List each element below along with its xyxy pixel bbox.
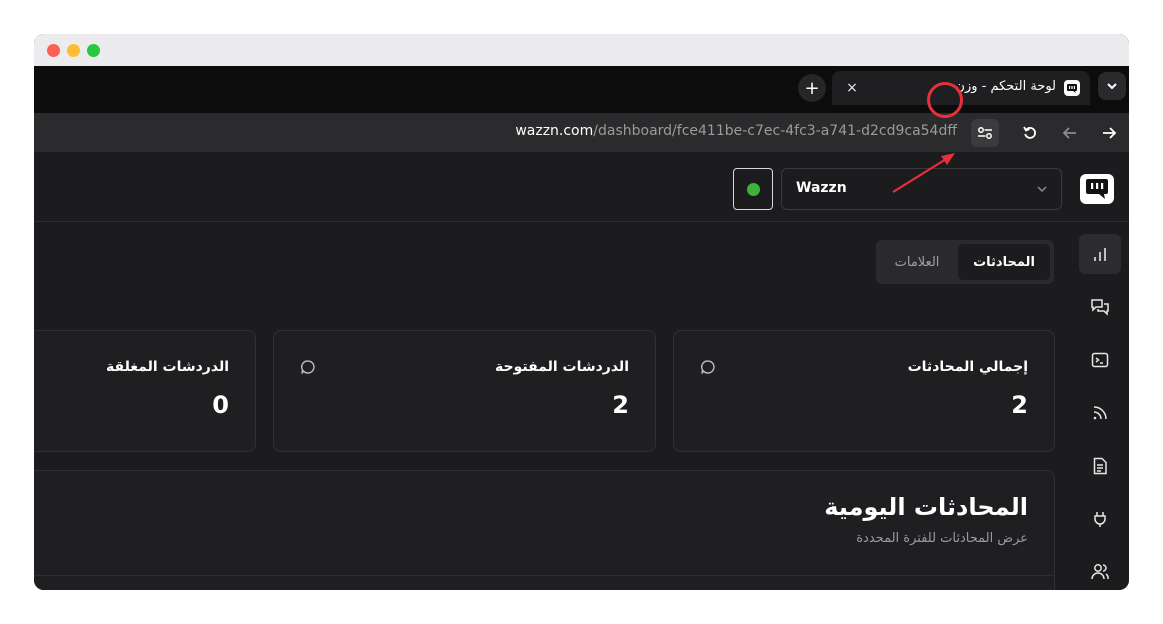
rss-icon [1093,406,1107,420]
sidebar-item-console[interactable] [1079,340,1121,380]
terminal-icon [1091,352,1109,368]
new-tab-button[interactable]: + [798,74,826,102]
stat-card-closed: الدردشات المغلقة 0 [34,330,256,452]
stat-value: 0 [212,391,229,419]
workspace-name: Wazzn [796,180,847,196]
logo-icon [1086,179,1108,199]
daily-conversations-panel: المحادثات اليومية عرض المحادثات للفترة ا… [34,470,1055,590]
stat-value: 2 [1011,391,1028,419]
tune-icon [978,127,992,139]
document-icon [1093,457,1107,475]
url-host: wazzn.com [515,123,594,139]
reload-icon [1023,126,1036,139]
tab-conversations[interactable]: المحادثات [958,244,1050,280]
message-circle-icon [301,360,315,374]
stat-card-open: الدردشات المفتوحة 2 [273,330,656,452]
annotation-circle [927,82,963,118]
site-settings-button[interactable] [971,119,999,147]
stat-title: الدردشات المغلقة [106,359,229,375]
stat-card-total: إجمالي المحادثات 2 [673,330,1055,452]
browser-toolbar: wazzn.com/dashboard/fce411be-c7ec-4fc3-a… [34,113,1129,152]
annotation-arrow [892,153,955,193]
users-icon [1091,564,1109,580]
dashboard-app: Wazzn المحادثات العلامات إجمالي المحادثا… [34,152,1129,590]
sidebar-item-integrations[interactable] [1079,499,1121,539]
sidebar-item-analytics[interactable] [1079,234,1121,274]
sidebar-item-conversations[interactable] [1079,287,1121,327]
chevron-down-icon [1107,83,1117,90]
url-path: /dashboard/fce411be-c7ec-4fc3-a741-d2cd9… [593,123,957,139]
arrow-left-icon [1062,127,1076,139]
sidebar [1073,222,1129,590]
sidebar-item-users[interactable] [1079,552,1121,590]
plug-icon [1094,512,1106,527]
sidebar-item-documents[interactable] [1079,446,1121,486]
stat-title: الدردشات المفتوحة [495,359,629,375]
maximize-window-button[interactable] [87,44,100,57]
close-window-button[interactable] [47,44,60,57]
title-bar [34,34,1129,66]
tab-strip: لوحة التحكم - وزن × + [34,66,1129,113]
panel-title: المحادثات اليومية [824,493,1028,521]
stat-value: 2 [612,391,629,419]
reload-button[interactable] [1018,121,1042,145]
online-status-dot [746,182,760,196]
sidebar-item-feeds[interactable] [1079,393,1121,433]
arrow-right-icon [1103,127,1117,139]
back-button[interactable] [1058,121,1082,145]
tab-title: لوحة التحكم - وزن [955,79,1056,94]
tab-list-button[interactable] [1098,72,1126,100]
address-bar[interactable]: wazzn.com/dashboard/fce411be-c7ec-4fc3-a… [515,123,957,139]
tab-tags[interactable]: العلامات [880,244,954,280]
divider [34,575,1054,576]
bar-chart-icon [1094,248,1106,261]
message-circle-icon [701,360,715,374]
tab-close-button[interactable]: × [842,78,862,98]
status-indicator[interactable] [733,168,773,210]
stat-title: إجمالي المحادثات [907,359,1028,375]
view-tabs: المحادثات العلامات [876,240,1054,284]
forward-button[interactable] [1097,121,1121,145]
chevron-down-icon [1037,186,1047,193]
favicon-icon [1064,80,1080,96]
messages-icon [1091,299,1109,316]
panel-subtitle: عرض المحادثات للفترة المحددة [856,531,1028,546]
browser-window: لوحة التحكم - وزن × + wazzn.com/dashboar… [34,34,1129,590]
app-logo[interactable] [1080,174,1114,204]
minimize-window-button[interactable] [67,44,80,57]
